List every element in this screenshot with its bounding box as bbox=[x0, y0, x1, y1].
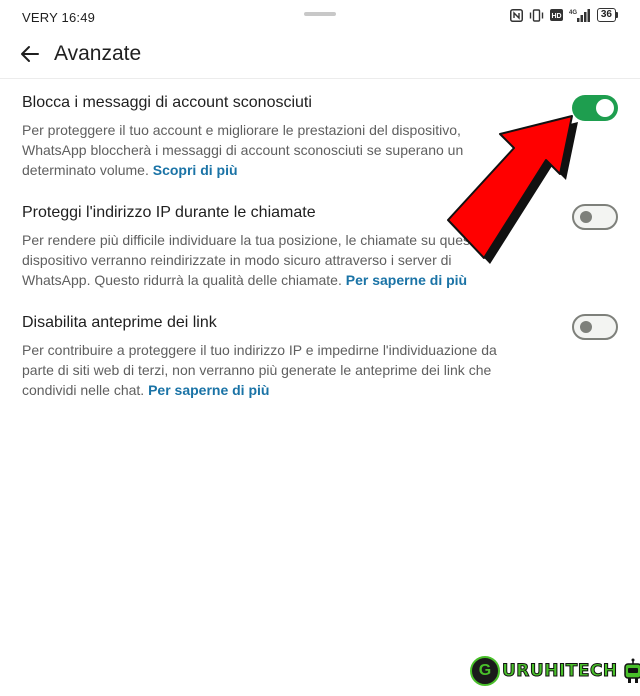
setting-title: Disabilita anteprime dei link bbox=[22, 314, 217, 331]
page-title: Avanzate bbox=[54, 42, 142, 65]
drag-handle[interactable] bbox=[304, 12, 336, 16]
setting-description-text: Per proteggere il tuo account e migliora… bbox=[22, 122, 464, 178]
battery-level: 36 bbox=[596, 8, 616, 22]
status-icons: HD 4G 36 bbox=[509, 8, 618, 22]
carrier-time: VERY 16:49 bbox=[22, 10, 96, 25]
battery-tip bbox=[616, 12, 618, 18]
learn-more-link[interactable]: Per saperne di più bbox=[148, 382, 269, 398]
setting-title: Blocca i messaggi di account sconosciuti bbox=[22, 94, 312, 111]
toggle-thumb bbox=[580, 321, 592, 333]
toggle-disable-link-previews[interactable] bbox=[572, 314, 618, 340]
hd-icon: HD bbox=[549, 9, 563, 21]
nfc-icon bbox=[509, 8, 523, 22]
setting-title: Proteggi l'indirizzo IP durante le chiam… bbox=[22, 204, 316, 221]
app-bar: Avanzate bbox=[0, 34, 640, 79]
watermark-text: URUHITECH bbox=[502, 661, 618, 682]
battery-indicator: 36 bbox=[596, 8, 618, 22]
svg-text:HD: HD bbox=[551, 13, 561, 20]
status-bar: VERY 16:49 HD 4G 36 bbox=[0, 0, 640, 34]
vibrate-icon bbox=[529, 8, 544, 22]
setting-disable-link-previews[interactable]: Disabilita anteprime dei link Per contri… bbox=[0, 312, 640, 404]
signal-icon: 4G bbox=[569, 9, 590, 22]
toggle-thumb bbox=[580, 211, 592, 223]
learn-more-link[interactable]: Scopri di più bbox=[153, 162, 238, 178]
watermark-initial: G bbox=[470, 656, 500, 686]
svg-text:4G: 4G bbox=[569, 10, 577, 16]
toggle-thumb bbox=[596, 99, 614, 117]
learn-more-link[interactable]: Per saperne di più bbox=[346, 272, 467, 288]
setting-description: Per contribuire a proteggere il tuo indi… bbox=[22, 340, 512, 400]
watermark-logo: G URUHITECH bbox=[470, 656, 640, 686]
robot-icon bbox=[623, 658, 640, 683]
red-arrow-annotation bbox=[447, 115, 578, 264]
back-arrow-icon[interactable] bbox=[18, 42, 42, 66]
